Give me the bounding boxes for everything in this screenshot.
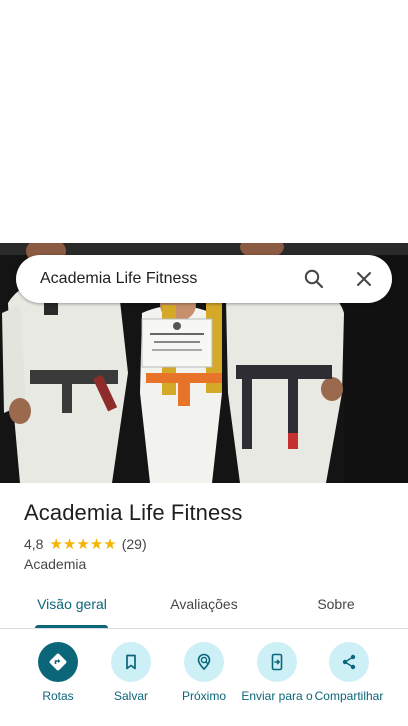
send-to-phone-label: Enviar para o [241, 689, 313, 703]
rating-row[interactable]: 4,8 ★★★★★ (29) [24, 535, 147, 553]
directions-label: Rotas [42, 689, 74, 703]
share-label: Compartilhar [314, 689, 384, 703]
place-title: Academia Life Fitness [24, 500, 243, 525]
search-input[interactable]: Academia Life Fitness [40, 255, 197, 303]
search-icon[interactable] [302, 267, 326, 291]
tab-reviews[interactable]: Avaliações [156, 584, 252, 628]
save-button[interactable]: Salvar [91, 642, 171, 704]
review-count: (29) [121, 536, 147, 552]
tab-overview[interactable]: Visão geral [24, 584, 120, 628]
close-icon[interactable] [352, 267, 376, 291]
star-rating-icon: ★★★★★ [49, 536, 117, 553]
directions-button[interactable]: Rotas [18, 642, 98, 704]
bookmark-icon [111, 642, 151, 682]
tab-about[interactable]: Sobre [288, 584, 384, 628]
send-to-phone-icon [257, 642, 297, 682]
active-tab-indicator [35, 625, 108, 628]
save-label: Salvar [113, 689, 148, 703]
share-button[interactable]: Compartilhar [309, 642, 389, 704]
nearby-button[interactable]: Próximo [164, 642, 244, 704]
tab-bar: Visão geral Avaliações Sobre [0, 584, 408, 629]
rating-value: 4,8 [24, 536, 44, 552]
map-area[interactable] [0, 0, 408, 243]
directions-icon [38, 642, 78, 682]
send-to-phone-button[interactable]: Enviar para o [237, 642, 317, 704]
search-bar[interactable]: Academia Life Fitness [16, 255, 392, 303]
nearby-label: Próximo [181, 689, 226, 703]
nearby-icon [184, 642, 224, 682]
share-icon [329, 642, 369, 682]
place-category: Academia [24, 556, 87, 572]
